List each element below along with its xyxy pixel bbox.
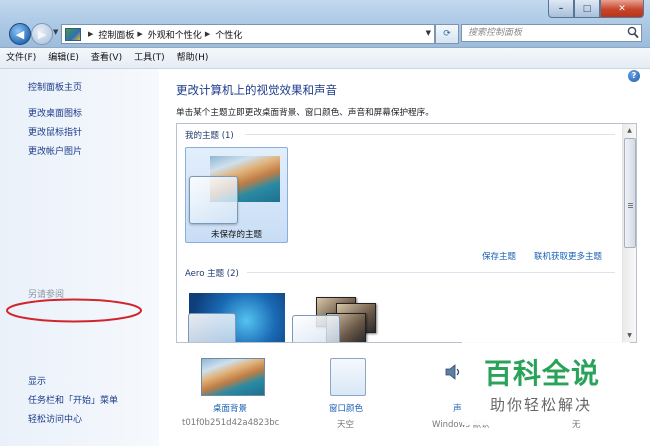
maximize-button[interactable]: □ — [574, 0, 600, 18]
menu-help[interactable]: 帮助(H) — [171, 49, 215, 67]
theme-color-preview — [188, 313, 236, 342]
page-description: 单击某个主题立即更改桌面背景、窗口颜色、声音和屏幕保护程序。 — [176, 108, 434, 118]
sidebar-link-ease-of-access[interactable]: 轻松访问中心 — [28, 412, 82, 425]
refresh-button[interactable]: ⟳ — [435, 24, 459, 44]
theme-list: 我的主题 (1) 未保存的主题 保存主题 联机获取更多主题 Aero 主题 (2… — [176, 123, 637, 343]
search-icon[interactable] — [627, 26, 639, 39]
desktop-background-icon[interactable] — [201, 358, 265, 396]
search-input[interactable] — [461, 24, 642, 42]
sidebar-link-display[interactable]: 显示 — [28, 374, 46, 387]
watermark-subtitle: 助你轻松解决 — [490, 396, 593, 414]
menu-bar: 文件(F) 编辑(E) 查看(V) 工具(T) 帮助(H) — [0, 48, 650, 69]
my-themes-heading: 我的主题 (1) — [185, 131, 234, 141]
back-button[interactable]: ◀ — [9, 23, 31, 45]
scroll-up-icon[interactable]: ▲ — [623, 124, 636, 137]
breadcrumb-appearance[interactable]: ▶ 外观和个性化 — [134, 28, 201, 41]
theme-list-scrollbar[interactable]: ▲ ▼ — [622, 124, 636, 342]
watermark-title: 百科全说 — [484, 357, 601, 390]
chevron-right-icon: ▶ — [88, 30, 94, 38]
forward-button[interactable]: ▶ — [31, 23, 53, 45]
menu-file[interactable]: 文件(F) — [0, 49, 42, 67]
theme-architecture[interactable] — [292, 293, 388, 342]
chevron-right-icon: ▶ — [137, 30, 143, 38]
theme-name: 未保存的主题 — [210, 230, 262, 240]
sidebar-link-desktop-icons[interactable]: 更改桌面图标 — [28, 106, 82, 119]
minimize-button[interactable]: – — [548, 0, 574, 18]
save-theme-link[interactable]: 保存主题 — [482, 250, 516, 262]
scrollbar-thumb[interactable] — [624, 138, 636, 248]
help-icon[interactable]: ? — [628, 70, 640, 82]
desktop-background-link[interactable]: 桌面背景 — [213, 402, 247, 414]
window-controls: – □ ✕ — [548, 0, 644, 18]
sounds-link[interactable]: 声 — [453, 402, 462, 414]
theme-color-preview — [292, 315, 340, 342]
red-annotation-ellipse — [6, 298, 142, 323]
theme-unsaved[interactable]: 未保存的主题 — [185, 147, 288, 243]
sidebar-link-account-picture[interactable]: 更改帐户图片 — [28, 144, 82, 157]
window-color-icon[interactable] — [330, 358, 366, 396]
recent-pages-dropdown[interactable]: ▼ — [53, 28, 58, 36]
desktop-background-value: t01f0b251d42a4823bc — [182, 418, 280, 428]
sidebar-link-home[interactable]: 控制面板主页 — [28, 80, 82, 93]
sidebar-link-taskbar[interactable]: 任务栏和「开始」菜单 — [28, 393, 118, 406]
breadcrumb-control-panel[interactable]: ▶ 控制面板 — [85, 28, 134, 41]
close-button[interactable]: ✕ — [600, 0, 644, 18]
chevron-right-icon: ▶ — [204, 30, 211, 38]
address-bar[interactable]: ▶ 控制面板 ▶ 外观和个性化 ▶ 个性化 ▼ — [61, 24, 435, 44]
window-color-value: 天空 — [337, 420, 355, 430]
address-dropdown-icon[interactable]: ▼ — [426, 29, 431, 37]
menu-edit[interactable]: 编辑(E) — [42, 49, 85, 67]
control-panel-icon — [65, 27, 81, 41]
breadcrumb-personalization[interactable]: ▶ 个性化 — [202, 28, 242, 41]
get-more-themes-link[interactable]: 联机获取更多主题 — [534, 250, 602, 262]
menu-tools[interactable]: 工具(T) — [128, 49, 171, 67]
arrow-left-icon: ◀ — [15, 27, 25, 41]
theme-windows7[interactable] — [188, 293, 285, 342]
scroll-down-icon[interactable]: ▼ — [623, 329, 636, 342]
menu-view[interactable]: 查看(V) — [85, 49, 128, 67]
screen-saver-value: 无 — [572, 420, 581, 430]
theme-color-preview — [189, 176, 238, 224]
arrow-right-icon: ▶ — [37, 27, 47, 41]
divider — [245, 134, 615, 135]
page-title: 更改计算机上的视觉效果和声音 — [176, 83, 337, 97]
speaker-icon[interactable] — [444, 362, 464, 382]
divider — [247, 272, 615, 273]
refresh-icon: ⟳ — [443, 29, 451, 39]
window-color-link[interactable]: 窗口颜色 — [329, 402, 363, 414]
sidebar-link-mouse-pointer[interactable]: 更改鼠标指针 — [28, 125, 82, 138]
aero-themes-heading: Aero 主题 (2) — [185, 269, 239, 279]
